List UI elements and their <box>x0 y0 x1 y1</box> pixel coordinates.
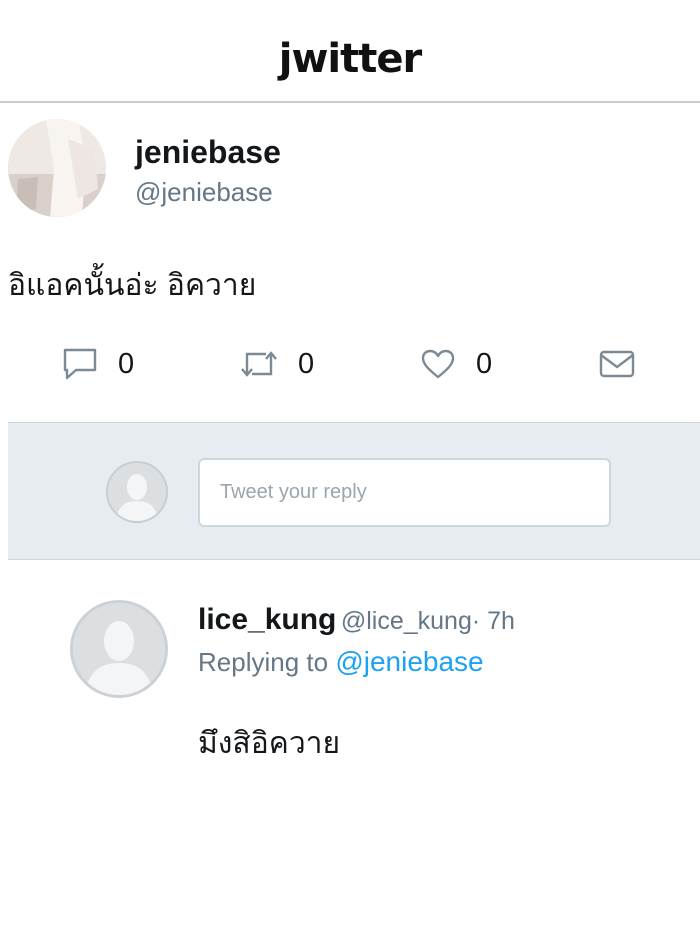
retweet-icon <box>241 351 277 377</box>
message-icon <box>599 350 635 378</box>
author-avatar-photo <box>8 119 106 217</box>
tweet-actions: 0 0 0 <box>0 340 700 388</box>
like-icon <box>421 349 455 379</box>
reply-button[interactable]: 0 <box>62 340 134 388</box>
current-user-avatar <box>106 461 168 523</box>
default-avatar-icon <box>73 603 165 695</box>
reply-author-name[interactable]: lice_kung <box>198 603 336 636</box>
replying-to-line: Replying to @jeniebase <box>198 646 484 678</box>
reply-author-handle[interactable]: @lice_kung <box>341 607 472 635</box>
author-avatar[interactable] <box>8 119 106 217</box>
like-count: 0 <box>476 347 493 380</box>
reply-author-avatar[interactable] <box>70 600 168 698</box>
reply-text: มึงสิอิควาย <box>198 727 341 760</box>
message-button[interactable] <box>598 340 636 388</box>
app-logo[interactable]: jwitter <box>0 36 700 82</box>
reply-compose-bar <box>8 422 700 560</box>
reply-icon <box>63 348 97 380</box>
default-avatar-icon <box>108 463 166 521</box>
reply-timestamp[interactable]: · 7h <box>472 607 515 635</box>
app-header: jwitter <box>0 0 700 103</box>
like-button[interactable]: 0 <box>420 340 492 388</box>
author-handle[interactable]: @jeniebase <box>135 177 273 208</box>
reply-count: 0 <box>118 347 135 380</box>
retweet-button[interactable]: 0 <box>240 340 314 388</box>
retweet-count: 0 <box>298 347 315 380</box>
tweet-text: อิแอคนั้นอ่ะ อิควาย <box>8 269 257 302</box>
author-name[interactable]: jeniebase <box>135 134 281 171</box>
replying-to-mention[interactable]: @jeniebase <box>335 646 483 677</box>
reply-input[interactable] <box>198 458 611 527</box>
replying-to-label: Replying to <box>198 647 329 677</box>
reply-header: lice_kung @lice_kung· 7h <box>198 603 515 637</box>
